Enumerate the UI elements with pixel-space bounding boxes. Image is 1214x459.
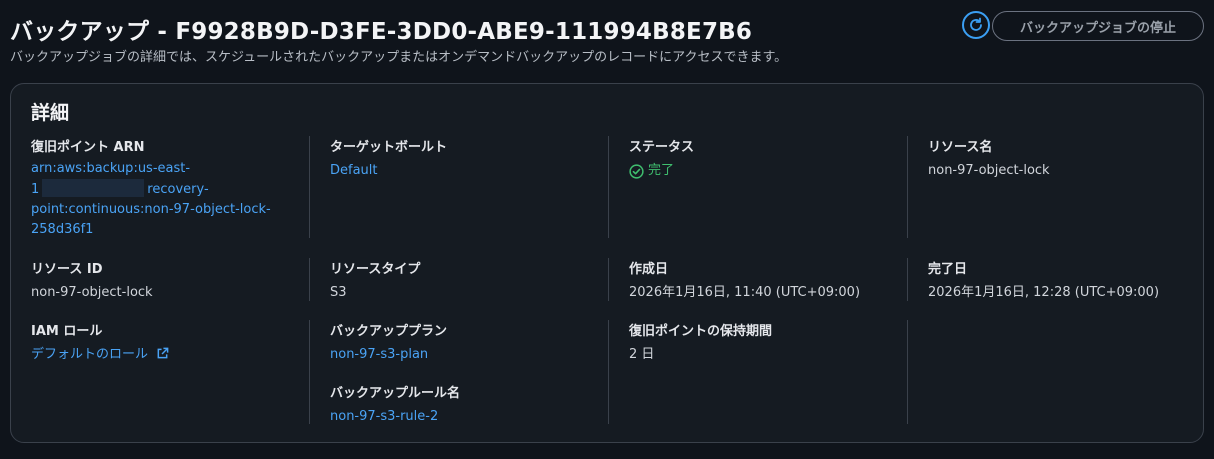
column-divider	[907, 258, 908, 301]
field-label: バックアッププラン	[330, 324, 448, 339]
completed-date-value: 2026年1月16日, 12:28 (UTC+09:00)	[928, 285, 1160, 300]
field-label: リソースタイプ	[330, 262, 421, 277]
field-label: リソース ID	[31, 262, 103, 277]
redacted-block	[42, 179, 145, 197]
field-resource-type: リソースタイプ S3	[330, 258, 420, 303]
column-divider	[608, 136, 609, 238]
column-divider	[309, 136, 310, 238]
field-label: 完了日	[928, 262, 968, 277]
field-created-date: 作成日 2026年1月16日, 11:40 (UTC+09:00)	[629, 258, 860, 303]
column-divider	[608, 320, 609, 424]
column-divider	[309, 258, 310, 301]
field-label: 復旧ポイントの保持期間	[629, 324, 773, 339]
card-title: 詳細	[31, 102, 70, 124]
external-link-icon	[157, 347, 169, 359]
field-backup-rule: バックアップルール名 non-97-s3-rule-2	[330, 382, 460, 427]
field-backup-plan: バックアッププラン non-97-s3-plan	[330, 320, 447, 365]
page-header: バックアップ - F9928B9D-D3FE-3DD0-ABE9-111994B…	[10, 8, 1204, 68]
field-label: 復旧ポイント ARN	[31, 140, 145, 155]
target-vault-link[interactable]: Default	[330, 161, 447, 181]
created-date-value: 2026年1月16日, 11:40 (UTC+09:00)	[629, 285, 861, 300]
resource-id-value: non-97-object-lock	[31, 285, 153, 300]
iam-role-text: デフォルトのロール	[31, 347, 149, 362]
field-label: バックアップルール名	[330, 386, 461, 401]
recovery-point-arn-link[interactable]: arn:aws:backup:us-east- 1 recovery- point…	[31, 159, 271, 240]
arn-line: arn:aws:backup:us-east-	[31, 161, 191, 176]
column-divider	[907, 320, 908, 424]
field-resource-name: リソース名 non-97-object-lock	[928, 136, 1050, 181]
arn-line-prefix: 1	[31, 182, 40, 197]
arn-line: 1 recovery-	[31, 179, 271, 200]
field-label: IAM ロール	[31, 324, 103, 339]
column-divider	[309, 320, 310, 424]
field-label: ターゲットボールト	[330, 140, 448, 155]
refresh-icon	[970, 17, 982, 31]
details-card: 詳細 復旧ポイント ARN arn:aws:backup:us-east- 1 r…	[10, 83, 1204, 443]
arn-line: point:continuous:non-97-object-lock-	[31, 202, 271, 217]
page-title: バックアップ - F9928B9D-D3FE-3DD0-ABE9-111994B…	[10, 19, 753, 45]
check-circle-icon	[629, 163, 644, 179]
backup-plan-link[interactable]: non-97-s3-plan	[330, 345, 447, 365]
field-resource-id: リソース ID non-97-object-lock	[31, 258, 153, 303]
refresh-button[interactable]	[962, 11, 990, 39]
field-label: 作成日	[629, 262, 669, 277]
retention-value: 2 日	[629, 347, 655, 362]
iam-role-link[interactable]: デフォルトのロール	[31, 345, 169, 365]
arn-line-suffix: recovery-	[147, 182, 209, 197]
field-status: ステータス 完了	[629, 136, 694, 181]
field-retention: 復旧ポイントの保持期間 2 日	[629, 320, 772, 365]
status-text: 完了	[648, 163, 675, 178]
status-value: 完了	[629, 161, 694, 181]
page-description: バックアップジョブの詳細では、スケジュールされたバックアップまたはオンデマンドバ…	[10, 50, 788, 65]
field-label: リソース名	[928, 140, 993, 155]
arn-line: 258d36f1	[31, 222, 94, 237]
field-label: ステータス	[629, 140, 695, 155]
field-target-vault: ターゲットボールト Default	[330, 136, 447, 181]
resource-type-value: S3	[330, 285, 347, 300]
field-recovery-point-arn: 復旧ポイント ARN arn:aws:backup:us-east- 1 reco…	[31, 136, 271, 240]
field-iam-role: IAM ロール デフォルトのロール	[31, 320, 169, 365]
backup-rule-link[interactable]: non-97-s3-rule-2	[330, 407, 460, 427]
column-divider	[608, 258, 609, 301]
stop-backup-job-button[interactable]: バックアップジョブの停止	[992, 11, 1204, 41]
resource-name-value: non-97-object-lock	[928, 163, 1050, 178]
field-completed-date: 完了日 2026年1月16日, 12:28 (UTC+09:00)	[928, 258, 1159, 303]
column-divider	[907, 136, 908, 238]
